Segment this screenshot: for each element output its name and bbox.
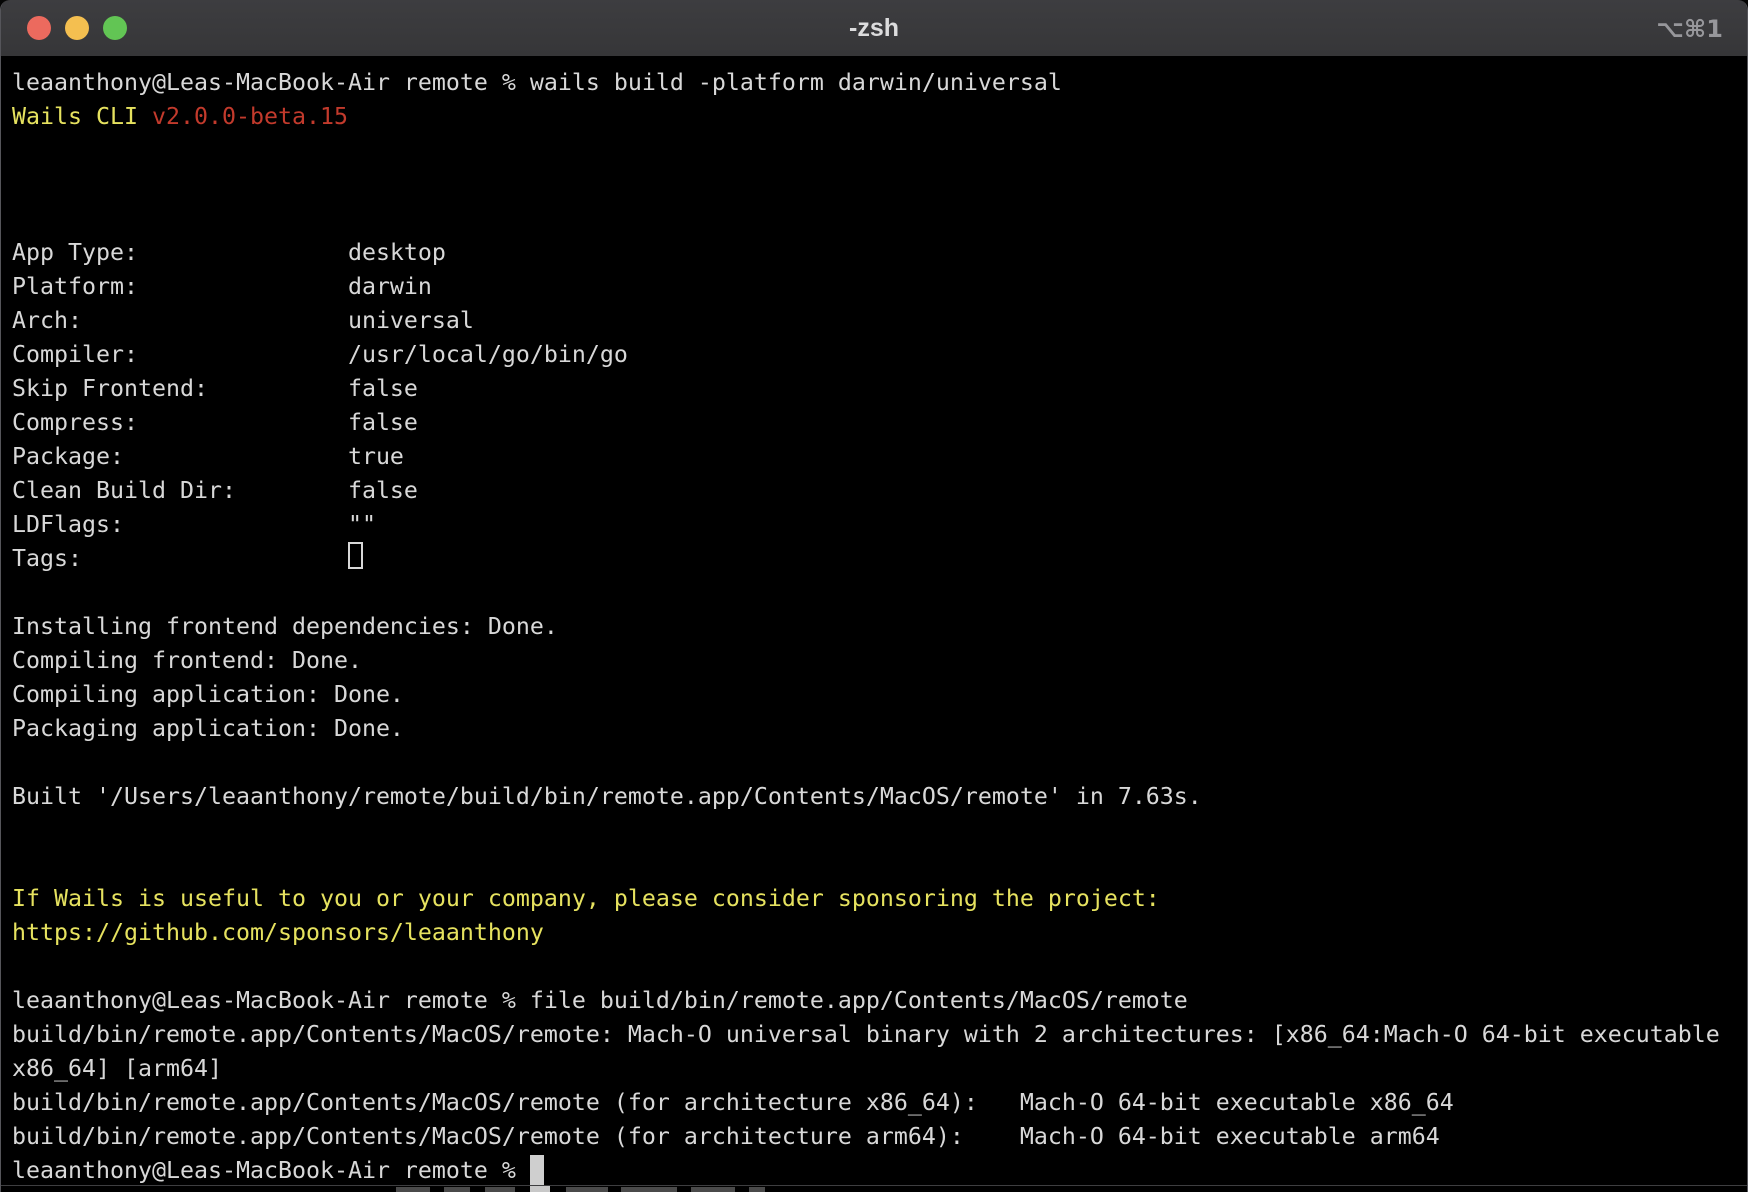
text-segment: Compiling frontend: Done. bbox=[12, 647, 362, 674]
text-segment: Clean Build Dir: false bbox=[12, 477, 418, 504]
text-segment: Packaging application: Done. bbox=[12, 715, 404, 742]
text-segment: build/bin/remote.app/Contents/MacOS/remo… bbox=[12, 1123, 1440, 1150]
clipped-cursor-glyph bbox=[530, 1186, 550, 1192]
text-segment: Built '/Users/leaanthony/remote/build/bi… bbox=[12, 783, 1202, 810]
terminal-line: leaanthony@Leas-MacBook-Air remote % bbox=[12, 1154, 1747, 1188]
terminal-line: Compiling frontend: Done. bbox=[12, 644, 1747, 678]
terminal-line: If Wails is useful to you or your compan… bbox=[12, 882, 1747, 916]
tab-shortcut-badge: ⌥⌘1 bbox=[1656, 0, 1723, 57]
terminal-line bbox=[12, 576, 1747, 610]
terminal-line: leaanthony@Leas-MacBook-Air remote % wai… bbox=[12, 66, 1747, 100]
terminal-line bbox=[12, 950, 1747, 984]
text-segment: App Type: desktop bbox=[12, 239, 446, 266]
clipped-text-fragments bbox=[1, 1186, 1747, 1192]
terminal-line bbox=[12, 848, 1747, 882]
terminal-line bbox=[12, 202, 1747, 236]
text-segment: leaanthony@Leas-MacBook-Air remote % wai… bbox=[12, 69, 1062, 96]
text-segment: Skip Frontend: false bbox=[12, 375, 418, 402]
text-segment: Installing frontend dependencies: Done. bbox=[12, 613, 558, 640]
terminal-line: x86_64] [arm64] bbox=[12, 1052, 1747, 1086]
text-segment: Compress: false bbox=[12, 409, 418, 436]
terminal-line: Wails CLI v2.0.0-beta.15 bbox=[12, 100, 1747, 134]
terminal-line: build/bin/remote.app/Contents/MacOS/remo… bbox=[12, 1018, 1747, 1052]
terminal-line: Arch: universal bbox=[12, 304, 1747, 338]
text-segment: leaanthony@Leas-MacBook-Air remote % bbox=[12, 1157, 530, 1184]
terminal-line: Compress: false bbox=[12, 406, 1747, 440]
text-segment: Tags: bbox=[12, 545, 348, 572]
text-segment: Package: true bbox=[12, 443, 404, 470]
clipped-glyph bbox=[691, 1187, 735, 1192]
terminal-line: Package: true bbox=[12, 440, 1747, 474]
terminal-line: Clean Build Dir: false bbox=[12, 474, 1747, 508]
terminal-line: Installing frontend dependencies: Done. bbox=[12, 610, 1747, 644]
clipped-glyph bbox=[621, 1187, 677, 1192]
text-segment: If Wails is useful to you or your compan… bbox=[12, 885, 1160, 912]
text-segment: Arch: universal bbox=[12, 307, 474, 334]
text-segment: https://github.com/sponsors/leaanthony bbox=[12, 919, 544, 946]
title-bar[interactable]: -zsh ⌥⌘1 bbox=[1, 0, 1747, 57]
terminal-cursor bbox=[530, 1155, 544, 1185]
terminal-line: Built '/Users/leaanthony/remote/build/bi… bbox=[12, 780, 1747, 814]
text-segment: build/bin/remote.app/Contents/MacOS/remo… bbox=[12, 1021, 1734, 1048]
terminal-output[interactable]: leaanthony@Leas-MacBook-Air remote % wai… bbox=[1, 57, 1747, 1192]
terminal-line: Compiler: /usr/local/go/bin/go bbox=[12, 338, 1747, 372]
terminal-line: Compiling application: Done. bbox=[12, 678, 1747, 712]
clipped-glyph bbox=[485, 1187, 515, 1192]
terminal-line bbox=[12, 814, 1747, 848]
text-segment: LDFlags: "" bbox=[12, 511, 376, 538]
text-segment: build/bin/remote.app/Contents/MacOS/remo… bbox=[12, 1089, 1454, 1116]
terminal-line: leaanthony@Leas-MacBook-Air remote % fil… bbox=[12, 984, 1747, 1018]
terminal-line: App Type: desktop bbox=[12, 236, 1747, 270]
text-segment: x86_64] [arm64] bbox=[12, 1055, 222, 1082]
terminal-line: build/bin/remote.app/Contents/MacOS/remo… bbox=[12, 1086, 1747, 1120]
terminal-line: LDFlags: "" bbox=[12, 508, 1747, 542]
text-segment: Wails CLI bbox=[12, 103, 152, 130]
terminal-line: Platform: darwin bbox=[12, 270, 1747, 304]
clipped-glyph bbox=[749, 1187, 765, 1192]
terminal-line: build/bin/remote.app/Contents/MacOS/remo… bbox=[12, 1120, 1747, 1154]
window-title: -zsh bbox=[1, 0, 1747, 57]
text-segment: Platform: darwin bbox=[12, 273, 432, 300]
terminal-line bbox=[12, 746, 1747, 780]
text-segment: leaanthony@Leas-MacBook-Air remote % fil… bbox=[12, 987, 1188, 1014]
terminal-line: https://github.com/sponsors/leaanthony bbox=[12, 916, 1747, 950]
terminal-line bbox=[12, 134, 1747, 168]
terminal-line: Skip Frontend: false bbox=[12, 372, 1747, 406]
text-segment: v2.0.0-beta.15 bbox=[152, 103, 348, 130]
clipped-glyph bbox=[396, 1187, 430, 1192]
terminal-line: Packaging application: Done. bbox=[12, 712, 1747, 746]
empty-box-glyph bbox=[348, 542, 363, 569]
terminal-line bbox=[12, 168, 1747, 202]
terminal-window: -zsh ⌥⌘1 leaanthony@Leas-MacBook-Air rem… bbox=[0, 0, 1748, 1192]
text-segment: Compiler: /usr/local/go/bin/go bbox=[12, 341, 628, 368]
clipped-glyph bbox=[566, 1187, 608, 1192]
clipped-glyph bbox=[444, 1187, 470, 1192]
terminal-line: Tags: bbox=[12, 542, 1747, 576]
text-segment: Compiling application: Done. bbox=[12, 681, 404, 708]
